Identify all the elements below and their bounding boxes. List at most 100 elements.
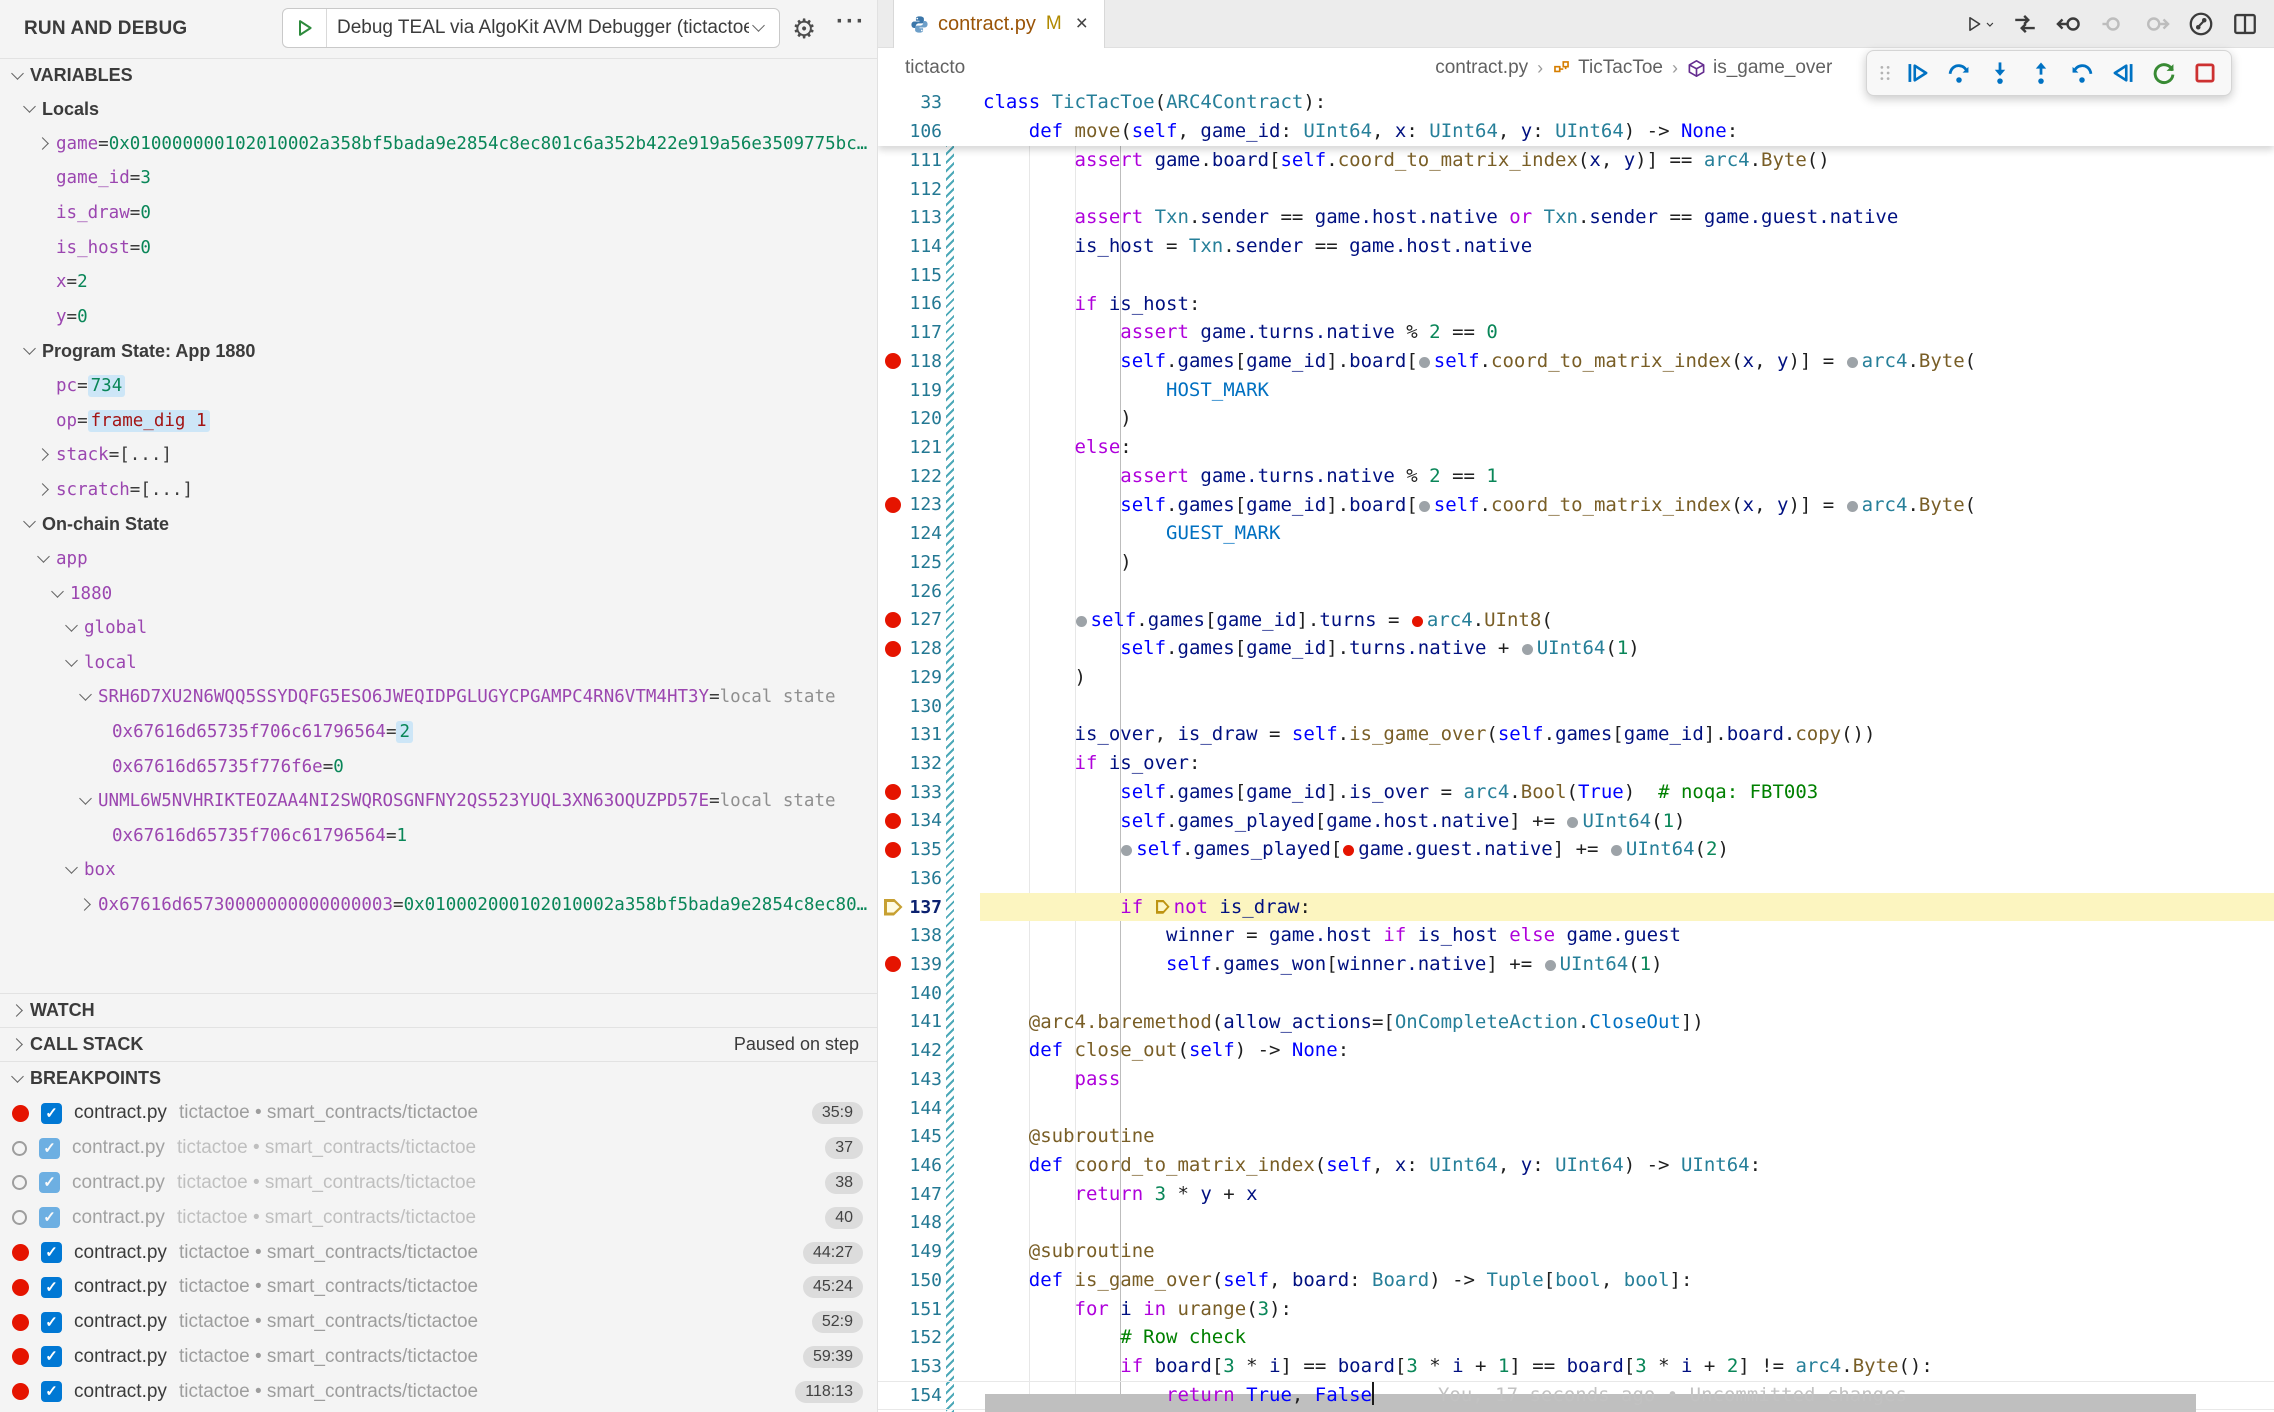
code-text[interactable]: assert game.board[self.coord_to_matrix_i… [983,146,1830,175]
tree-row[interactable]: 1880 [0,576,877,611]
chevron-right-icon[interactable] [76,896,98,914]
inline-breakpoint-candidate-icon[interactable] [1847,357,1858,368]
debug-config-dropdown[interactable]: Debug TEAL via AlgoKit AVM Debugger (tic… [282,8,780,48]
tree-row[interactable]: On-chain State [0,507,877,542]
code-text[interactable]: @arc4.baremethod(allow_actions=[OnComple… [983,1008,1704,1037]
breakpoint-gutter[interactable] [878,404,908,433]
breakpoint-row[interactable]: ✓contract.pytictactoe • smart_contracts/… [0,1235,877,1270]
breakpoint-gutter[interactable] [878,1323,908,1352]
breakpoint-gutter[interactable] [878,1008,908,1037]
step-into-button[interactable] [1982,54,2018,92]
inline-breakpoint-icon[interactable] [1412,616,1423,627]
code-text[interactable]: ) [983,404,1132,433]
tree-row[interactable]: global [0,611,877,646]
breakpoint-gutter[interactable] [878,1151,908,1180]
inline-breakpoint-candidate-icon[interactable] [1545,960,1556,971]
chevron-down-icon[interactable] [76,688,98,706]
breakpoint-checkbox[interactable]: ✓ [41,1312,62,1333]
tree-row[interactable]: UNML6W5NVHRIKTEOZAA4NI2SWQROSGNFNY2QS523… [0,784,877,819]
code-text[interactable]: return 3 * y + x [983,1180,1258,1209]
inline-breakpoint-candidate-icon[interactable] [1121,845,1132,856]
breakpoint-gutter[interactable] [878,749,908,778]
tree-row[interactable]: 0x67616d65735f706c61796564 = 1 [0,818,877,853]
code-editor[interactable]: 111 assert game.board[self.coord_to_matr… [878,88,2274,1412]
inline-breakpoint-candidate-icon[interactable] [1419,357,1430,368]
breakpoint-row[interactable]: ✓contract.pytictactoe • smart_contracts/… [0,1374,877,1409]
inline-breakpoint-icon[interactable] [1343,845,1354,856]
breakpoint-gutter[interactable] [878,807,908,836]
breakpoint-gutter[interactable] [878,1352,908,1381]
breakpoint-gutter[interactable] [878,203,908,232]
breakpoint-gutter[interactable] [878,692,908,721]
breakpoint-gutter[interactable] [878,290,908,319]
code-text[interactable]: return True, FalseYou, 17 seconds ago • … [983,1381,1907,1410]
breakpoint-gutter[interactable] [878,1094,908,1123]
code-text[interactable]: # Row check [983,1323,1246,1352]
code-text[interactable]: @subroutine [983,1237,1155,1266]
breakpoint-gutter[interactable] [878,347,908,376]
step-back-button[interactable] [2064,54,2100,92]
inline-breakpoint-candidate-icon[interactable] [1847,501,1858,512]
breakpoint-gutter[interactable] [878,1237,908,1266]
tree-row[interactable]: local [0,646,877,681]
breakpoint-row[interactable]: ✓contract.pytictactoe • smart_contracts/… [0,1305,877,1340]
breakpoint-gutter[interactable] [878,88,908,117]
tree-row[interactable]: 0x67616d65735f706c61796564 = 2 [0,715,877,750]
tree-row[interactable]: game = 0x010000000102010002a358bf5bada9e… [0,127,877,162]
breakpoint-checkbox[interactable]: ✓ [39,1207,60,1228]
code-text[interactable]: ) [983,548,1132,577]
code-text[interactable]: is_host = Txn.sender == game.host.native [983,232,1532,261]
breakpoint-gutter[interactable] [878,318,908,347]
breakpoint-gutter[interactable] [878,1382,908,1409]
inline-breakpoint-candidate-icon[interactable] [1567,817,1578,828]
tree-row[interactable]: x = 2 [0,265,877,300]
inline-breakpoint-candidate-icon[interactable] [1522,644,1533,655]
timeline-icon[interactable] [2186,9,2216,39]
breakpoint-gutter[interactable] [878,634,908,663]
code-text[interactable]: winner = game.host if is_host else game.… [983,921,1681,950]
debug-settings-gear-button[interactable]: ⚙ [792,9,816,49]
breakpoint-gutter[interactable] [878,146,908,175]
breakpoint-row[interactable]: ✓contract.pytictactoe • smart_contracts/… [0,1340,877,1375]
tree-row[interactable]: SRH6D7XU2N6WQQ5SSYDQFG5ESO6JWEQIDPGLUGYC… [0,680,877,715]
breakpoint-gutter[interactable] [878,864,908,893]
open-changes-icon[interactable] [2010,9,2040,39]
code-text[interactable]: self.games_played[game.host.native] += U… [983,807,1685,836]
reverse-continue-button[interactable] [2105,54,2141,92]
toolbar-drag-handle[interactable] [1875,54,1895,92]
breakpoint-gutter[interactable] [878,893,908,922]
code-text[interactable]: def coord_to_matrix_index(self, x: UInt6… [983,1151,1761,1180]
breakpoint-gutter[interactable] [878,950,908,979]
code-text[interactable]: def move(self, game_id: UInt64, x: UInt6… [983,117,1738,146]
code-text[interactable]: GUEST_MARK [983,519,1280,548]
breakpoint-gutter[interactable] [878,261,908,290]
inline-breakpoint-candidate-icon[interactable] [1611,845,1622,856]
breakpoint-row[interactable]: ✓contract.pytictactoe • smart_contracts/… [0,1200,877,1235]
code-text[interactable]: def close_out(self) -> None: [983,1036,1349,1065]
tree-row[interactable]: is_host = 0 [0,230,877,265]
variables-section-header[interactable]: VARIABLES [0,58,877,92]
breakpoint-gutter[interactable] [878,1122,908,1151]
code-text[interactable]: self.games[game_id].turns.native + UInt6… [983,634,1640,663]
breakpoint-gutter[interactable] [878,1036,908,1065]
tree-row[interactable]: y = 0 [0,300,877,335]
breakpoint-checkbox[interactable]: ✓ [41,1242,62,1263]
breakpoint-gutter[interactable] [878,921,908,950]
breakpoint-checkbox[interactable]: ✓ [41,1103,62,1124]
breakpoint-gutter[interactable] [878,1295,908,1324]
tab-close-icon[interactable]: × [1076,12,1088,36]
breakpoint-gutter[interactable] [878,519,908,548]
breakpoint-gutter[interactable] [878,117,908,146]
breakpoint-gutter[interactable] [878,778,908,807]
navigate-back-icon[interactable] [2054,9,2084,39]
code-text[interactable]: self.games_played[game.guest.native] += … [983,835,1729,864]
breadcrumb-class[interactable]: TicTacToe [1578,57,1663,79]
code-text[interactable]: assert game.turns.native % 2 == 1 [983,462,1498,491]
code-text[interactable]: if is_over: [983,749,1200,778]
breakpoint-gutter[interactable] [878,232,908,261]
code-text[interactable]: if is_host: [983,290,1200,319]
tree-row[interactable]: pc = 734 [0,369,877,404]
chevron-down-icon[interactable] [62,619,84,637]
inline-breakpoint-candidate-icon[interactable] [1419,501,1430,512]
code-text[interactable]: for i in urange(3): [983,1295,1292,1324]
